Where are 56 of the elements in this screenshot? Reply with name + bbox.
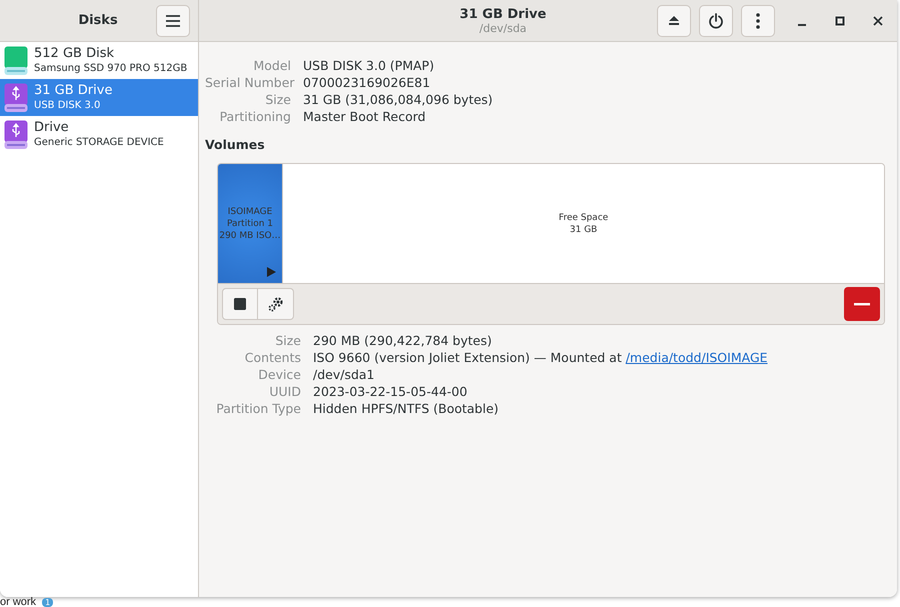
window-subtitle: /dev/sda bbox=[479, 22, 527, 34]
more-button[interactable] bbox=[741, 4, 775, 36]
disk-model: Samsung SSD 970 PRO 512GB bbox=[34, 62, 188, 75]
property-value: ISO 9660 (version Joliet Extension) — Mounted at /media/todd/ISOIMAGE bbox=[313, 350, 769, 366]
property-value: USB DISK 3.0 (PMAP) bbox=[303, 58, 436, 74]
property-value: 2023-03-22-15-05-44-00 bbox=[313, 384, 468, 400]
eject-button[interactable] bbox=[657, 4, 691, 36]
segment-label: 31 GB bbox=[570, 224, 598, 236]
settings-icon bbox=[266, 296, 284, 312]
disk-model: Generic STORAGE DEVICE bbox=[34, 136, 164, 149]
property-label: Model bbox=[252, 58, 291, 74]
volumes-heading: Volumes bbox=[205, 137, 266, 152]
window-title: 31 GB Drive bbox=[460, 6, 546, 22]
sidebar-title: Disks bbox=[77, 13, 119, 28]
minus-icon bbox=[854, 302, 870, 306]
property-label: Partitioning bbox=[218, 109, 291, 125]
close-icon bbox=[873, 16, 883, 26]
property-label: Device bbox=[257, 367, 301, 383]
count-badge: 1 bbox=[42, 598, 54, 606]
property-label: Size bbox=[274, 333, 301, 349]
property-label: UUID bbox=[268, 384, 301, 400]
usb-drive-icon bbox=[4, 82, 28, 112]
property-value: 290 MB (290,422,784 bytes) bbox=[313, 333, 493, 349]
maximize-icon bbox=[835, 16, 845, 26]
settings-button[interactable] bbox=[258, 288, 294, 320]
property-label: Contents bbox=[244, 350, 301, 366]
property-value: Master Boot Record bbox=[303, 109, 427, 125]
power-button[interactable] bbox=[699, 4, 733, 36]
segment-label: Free Space bbox=[558, 212, 608, 224]
stop-icon bbox=[234, 298, 246, 310]
menu-button[interactable] bbox=[156, 4, 190, 36]
property-value: 31 GB (31,086,084,096 bytes) bbox=[303, 92, 494, 108]
segment-label: Partition 1 bbox=[226, 218, 274, 230]
mount-point-link[interactable]: /media/todd/ISOIMAGE bbox=[626, 350, 768, 365]
power-icon bbox=[708, 12, 724, 28]
disk-name: 31 GB Drive bbox=[34, 83, 112, 99]
disk-list-item[interactable]: 31 GB Drive USB DISK 3.0 bbox=[0, 79, 198, 116]
segment-label: ISOIMAGE bbox=[228, 206, 272, 218]
desktop-text: or work bbox=[0, 597, 36, 607]
disk-model: USB DISK 3.0 bbox=[34, 99, 102, 112]
usb-drive-icon bbox=[4, 120, 28, 150]
property-value: /dev/sda1 bbox=[313, 367, 376, 383]
more-icon bbox=[756, 12, 760, 28]
disk-name: Drive bbox=[34, 120, 70, 136]
unmount-button[interactable] bbox=[222, 288, 258, 320]
property-label: Partition Type bbox=[215, 401, 301, 417]
segment-label: 290 MB ISO… bbox=[219, 230, 281, 242]
delete-button[interactable] bbox=[844, 287, 880, 321]
minimize-icon bbox=[798, 24, 806, 26]
menu-icon bbox=[165, 14, 181, 28]
disk-icon bbox=[4, 46, 28, 76]
disk-name: 512 GB Disk bbox=[34, 46, 115, 62]
property-value: Hidden HPFS/NTFS (Bootable) bbox=[313, 401, 500, 417]
eject-icon bbox=[669, 16, 679, 25]
property-value: 0700023169026E81 bbox=[303, 75, 432, 91]
property-label: Size bbox=[264, 92, 291, 108]
